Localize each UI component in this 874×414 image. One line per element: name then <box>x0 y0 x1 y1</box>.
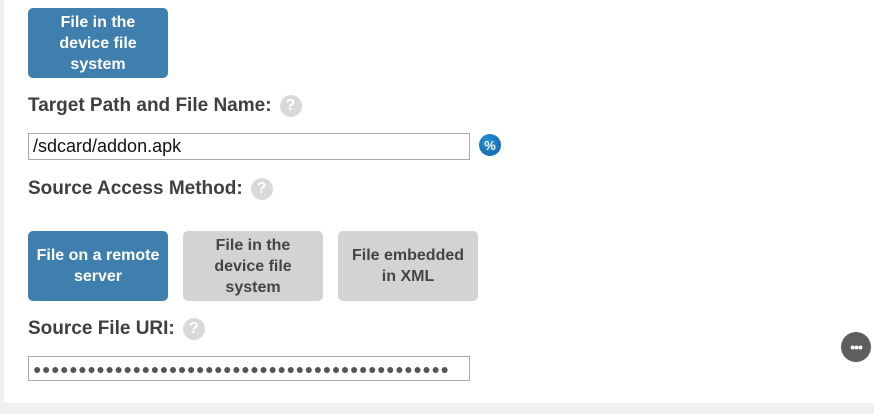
target-path-label: Target Path and File Name: ? <box>28 94 302 118</box>
source-uri-label-text: Source File URI: <box>28 318 175 339</box>
target-path-label-text: Target Path and File Name: <box>28 95 272 116</box>
option-remote-server-button[interactable]: File on a remote server <box>28 231 168 301</box>
target-path-value: /sdcard/addon.apk <box>33 136 182 156</box>
variable-picker-icon[interactable]: % <box>479 134 501 156</box>
help-icon[interactable]: ? <box>279 95 302 117</box>
option-device-file-system-button[interactable]: File in the device file system <box>183 231 323 301</box>
option-embedded-xml-button[interactable]: File embedded in XML <box>338 231 478 301</box>
source-access-label: Source Access Method: ? <box>28 177 273 201</box>
target-path-input[interactable]: /sdcard/addon.apk <box>28 133 470 160</box>
more-options-icon[interactable]: ••• <box>841 332 871 362</box>
source-uri-masked-value: ●●●●●●●●●●●●●●●●●●●●●●●●●●●●●●●●●●●●●●●●… <box>33 360 450 377</box>
source-uri-label: Source File URI: ? <box>28 317 205 341</box>
source-access-label-text: Source Access Method: <box>28 178 243 199</box>
source-uri-input[interactable]: ●●●●●●●●●●●●●●●●●●●●●●●●●●●●●●●●●●●●●●●●… <box>28 356 470 381</box>
top-file-in-device-button[interactable]: File in the device file system <box>28 8 168 78</box>
help-icon[interactable]: ? <box>250 178 273 200</box>
help-icon[interactable]: ? <box>182 318 205 340</box>
config-panel: File in the device file system Target Pa… <box>4 0 874 403</box>
